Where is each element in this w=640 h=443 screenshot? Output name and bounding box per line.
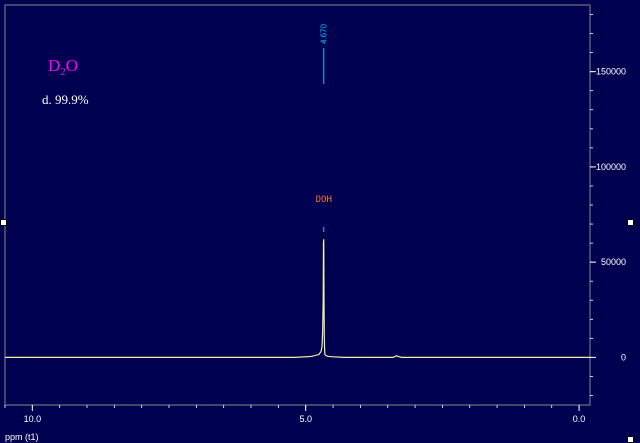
y-tick-label-1: 100000 <box>596 162 626 172</box>
x-tick-label-0: 10.0 <box>24 414 42 424</box>
x-tick-label-2: 0.0 <box>573 414 586 424</box>
resize-handle-right[interactable] <box>627 219 634 226</box>
peak-assignment-label: DOH <box>316 195 332 205</box>
deuteration-label: d. 99.9% <box>42 92 89 107</box>
y-tick-label-3: 0 <box>621 352 626 362</box>
peak-pick-label: 4.670 <box>320 23 329 44</box>
x-tick-label-1: 5.0 <box>299 414 312 424</box>
resize-handle-left[interactable] <box>0 219 7 226</box>
y-tick-label-0: 150000 <box>596 67 626 77</box>
resize-handle-bottom-right[interactable] <box>627 436 634 443</box>
plot-background <box>0 0 640 443</box>
x-axis-label: ppm (t1) <box>5 432 39 442</box>
nmr-spectrum-chart: D2O d. 99.9% 10.0 5.0 0.0 1500001000005000… <box>0 0 640 443</box>
y-tick-label-2: 50000 <box>601 257 626 267</box>
